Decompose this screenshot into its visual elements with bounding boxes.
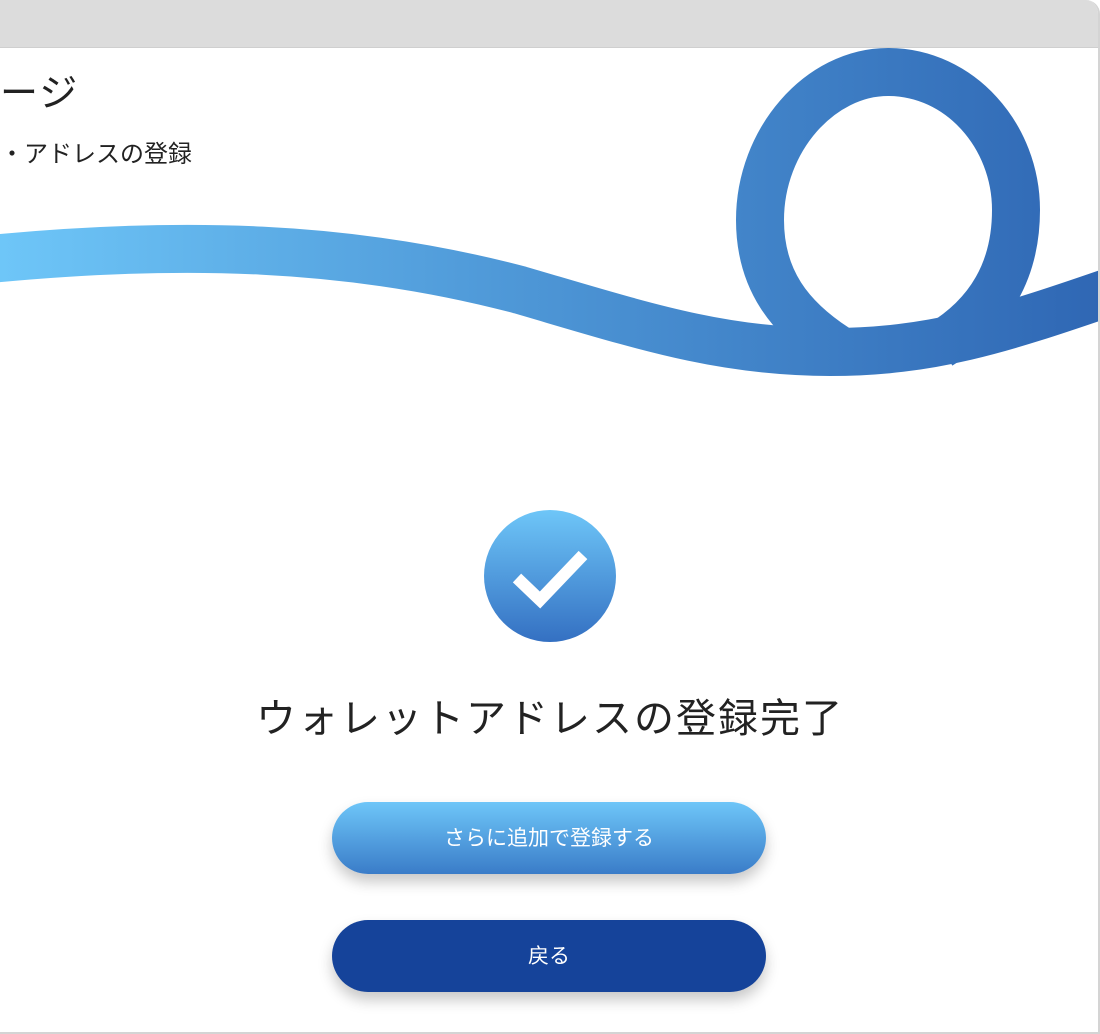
add-more-button[interactable]: さらに追加で登録する xyxy=(332,802,766,874)
page-subtitle: ・アドレスの登録 xyxy=(0,140,192,168)
page-title: ージ xyxy=(0,71,80,115)
app-window: ージ ・アドレスの登録 ウォレットアドレスの登録完了 さらに追加で登録する 戻る xyxy=(0,0,1100,1034)
back-button[interactable]: 戻る xyxy=(332,920,766,992)
main-content: ージ ・アドレスの登録 ウォレットアドレスの登録完了 さらに追加で登録する 戻る xyxy=(0,48,1098,1032)
window-titlebar xyxy=(0,0,1098,48)
check-circle-icon xyxy=(484,510,616,642)
decorative-ribbon xyxy=(0,48,1098,377)
completion-heading: ウォレットアドレスの登録完了 xyxy=(256,696,844,742)
